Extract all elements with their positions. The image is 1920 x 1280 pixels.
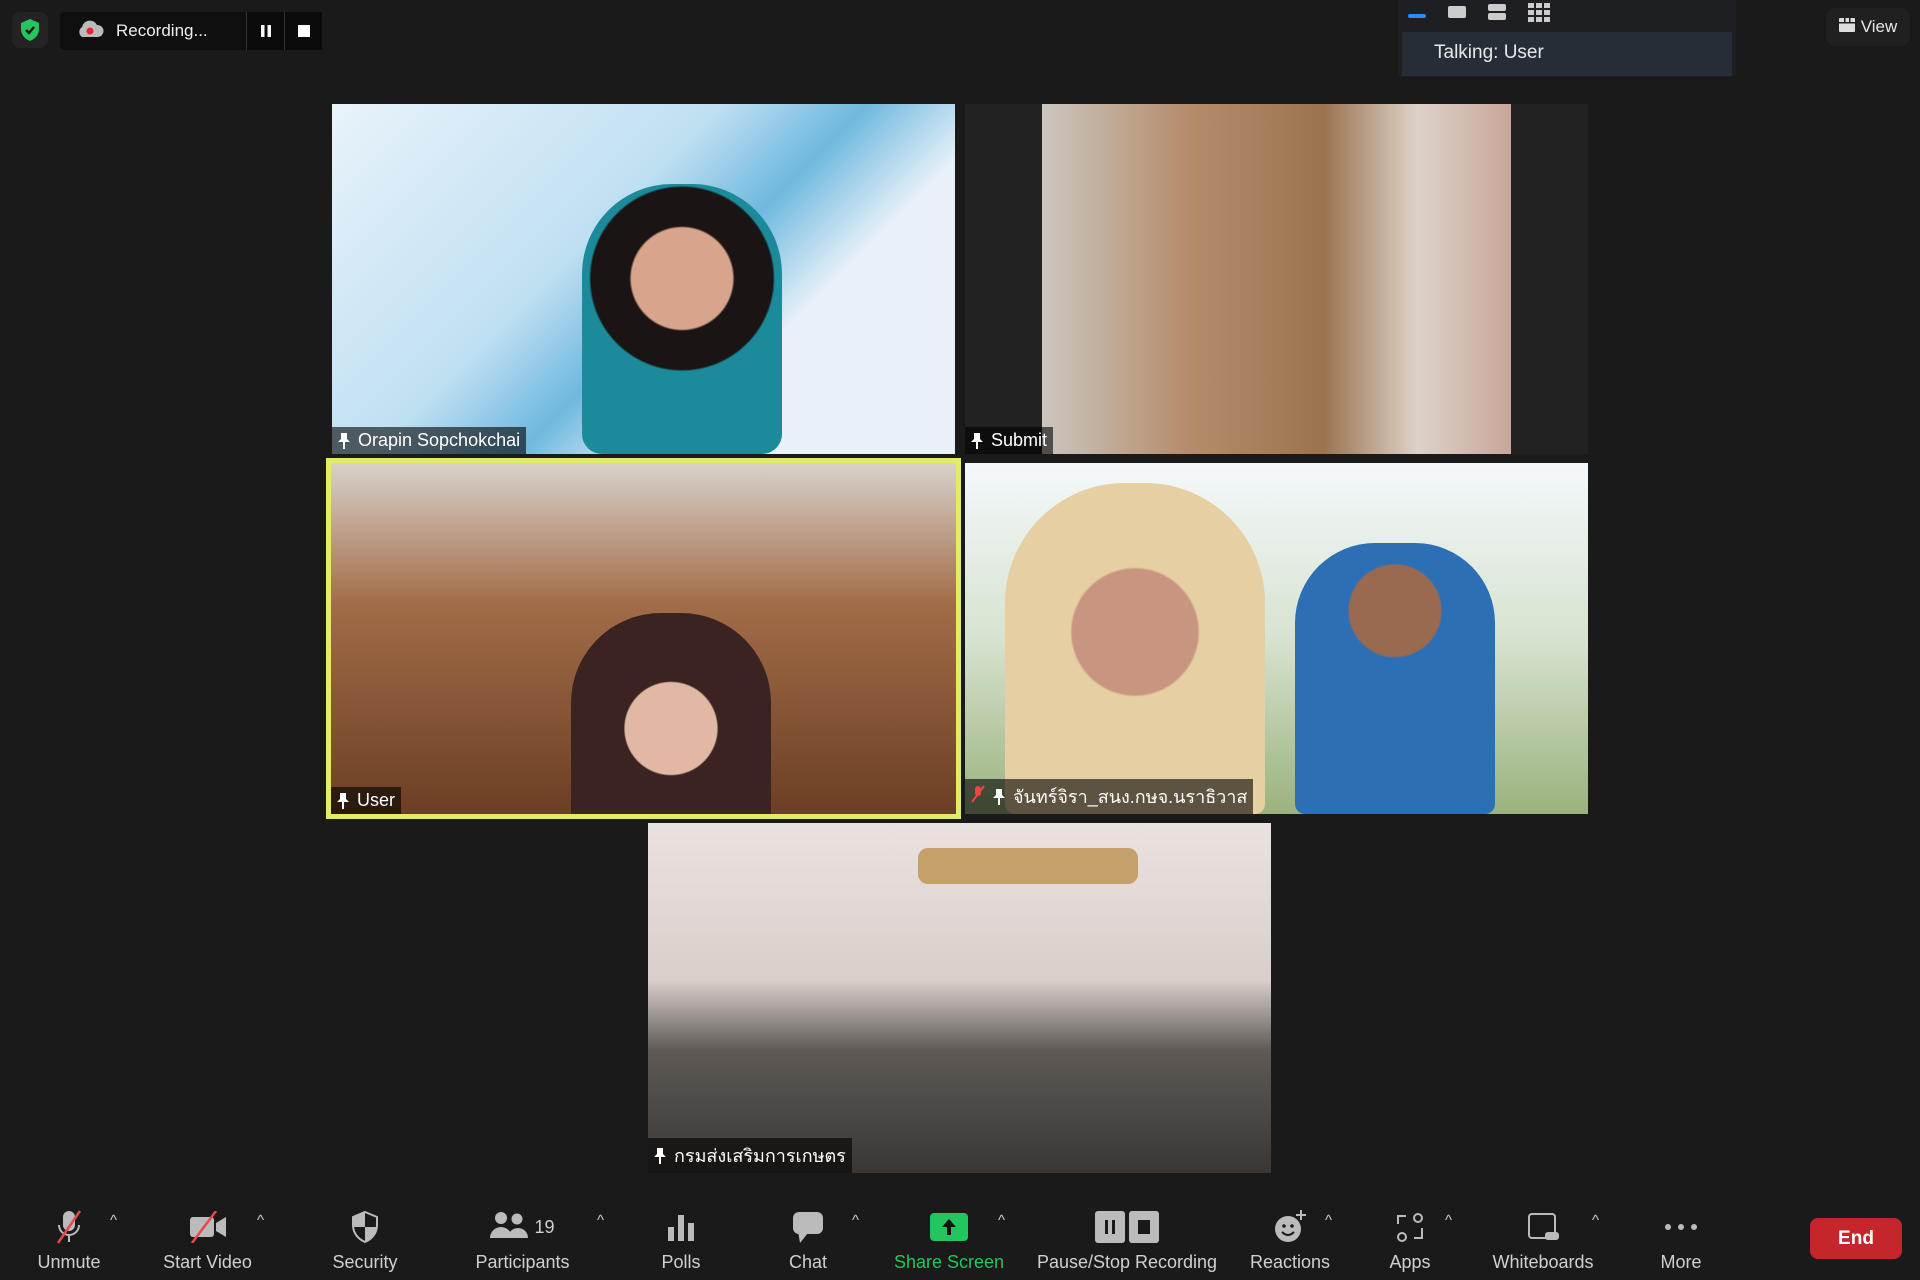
participant-name: กรมส่งเสริมการเกษตร bbox=[674, 1146, 846, 1166]
start-video-button[interactable]: Start Video bbox=[155, 1190, 260, 1273]
security-shield-icon bbox=[351, 1206, 379, 1248]
encryption-shield-icon[interactable] bbox=[12, 12, 48, 48]
participant-video bbox=[571, 613, 771, 814]
more-label: More bbox=[1660, 1252, 1702, 1272]
participant-video bbox=[1005, 483, 1265, 814]
video-off-icon bbox=[188, 1206, 228, 1248]
layout-popup: Talking: User bbox=[1398, 0, 1736, 77]
polls-button[interactable]: Polls bbox=[650, 1190, 712, 1273]
name-label: Submit bbox=[965, 427, 1054, 454]
pause-stop-icon bbox=[1095, 1206, 1159, 1248]
cloud-recording-icon bbox=[76, 19, 104, 44]
polls-icon bbox=[666, 1206, 696, 1248]
pin-icon bbox=[337, 792, 349, 809]
security-button[interactable]: Security bbox=[320, 1190, 410, 1273]
participant-name: User bbox=[357, 790, 396, 810]
audio-options-caret[interactable]: ^ bbox=[110, 1212, 117, 1229]
pause-stop-label: Pause/Stop Recording bbox=[1036, 1252, 1218, 1272]
apps-options-caret[interactable]: ^ bbox=[1445, 1212, 1452, 1229]
share-screen-icon bbox=[930, 1206, 968, 1248]
talking-indicator: Talking: User bbox=[1402, 32, 1732, 76]
chat-label: Chat bbox=[788, 1252, 828, 1272]
pause-recording-button[interactable] bbox=[246, 12, 284, 50]
video-tile[interactable]: กรมส่งเสริมการเกษตร bbox=[648, 823, 1271, 1173]
whiteboards-button[interactable]: Whiteboards bbox=[1482, 1190, 1604, 1273]
whiteboards-options-caret[interactable]: ^ bbox=[1592, 1212, 1599, 1229]
reactions-options-caret[interactable]: ^ bbox=[1325, 1212, 1332, 1229]
muted-mic-icon bbox=[54, 1206, 84, 1248]
gallery-grid-icon[interactable] bbox=[1528, 2, 1550, 28]
participants-icon bbox=[490, 1210, 529, 1245]
banner-sign bbox=[918, 848, 1138, 884]
video-tile[interactable]: Orapin Sopchokchai bbox=[332, 104, 955, 454]
recording-bar: Recording... bbox=[60, 12, 322, 50]
participant-name: Orapin Sopchokchai bbox=[358, 430, 521, 450]
video-options-caret[interactable]: ^ bbox=[257, 1212, 264, 1229]
polls-label: Polls bbox=[661, 1252, 701, 1272]
chat-options-caret[interactable]: ^ bbox=[852, 1212, 859, 1229]
chat-icon bbox=[792, 1206, 824, 1248]
more-button[interactable]: More bbox=[1650, 1190, 1712, 1273]
pin-icon bbox=[993, 788, 1005, 805]
participant-video bbox=[1042, 104, 1511, 454]
participants-button[interactable]: 19 Participants bbox=[465, 1190, 580, 1273]
participant-video bbox=[582, 184, 782, 454]
muted-mic-icon bbox=[971, 785, 985, 808]
name-label: กรมส่งเสริมการเกษตร bbox=[648, 1138, 852, 1173]
share-options-caret[interactable]: ^ bbox=[998, 1212, 1005, 1229]
reactions-smiley-icon bbox=[1273, 1206, 1307, 1248]
name-label: User bbox=[331, 787, 402, 814]
chat-button[interactable]: Chat bbox=[778, 1190, 838, 1273]
pin-icon bbox=[654, 1147, 666, 1164]
apps-button[interactable]: Apps bbox=[1380, 1190, 1440, 1273]
name-label: จันทร์จิรา_สนง.กษจ.นราธิวาส bbox=[965, 779, 1254, 814]
start-video-label: Start Video bbox=[163, 1252, 252, 1272]
end-meeting-button[interactable]: End bbox=[1810, 1218, 1902, 1259]
participants-count: 19 bbox=[534, 1216, 555, 1237]
stop-recording-button[interactable] bbox=[284, 12, 322, 50]
apps-label: Apps bbox=[1389, 1252, 1431, 1272]
stacked-view-icon[interactable] bbox=[1488, 3, 1508, 27]
pin-icon bbox=[971, 432, 983, 449]
name-label: Orapin Sopchokchai bbox=[332, 427, 527, 454]
reactions-label: Reactions bbox=[1249, 1252, 1331, 1272]
apps-icon bbox=[1396, 1206, 1424, 1248]
security-label: Security bbox=[332, 1252, 398, 1272]
video-tile[interactable]: Submit bbox=[965, 104, 1588, 454]
view-icon bbox=[1838, 17, 1855, 37]
speaker-view-icon[interactable] bbox=[1408, 6, 1428, 24]
participants-label: Participants bbox=[475, 1252, 570, 1272]
reactions-button[interactable]: Reactions bbox=[1245, 1190, 1335, 1273]
recording-label: Recording... bbox=[116, 21, 208, 40]
pause-stop-recording-button[interactable]: Pause/Stop Recording bbox=[1032, 1190, 1222, 1273]
video-tile-active-speaker[interactable]: User bbox=[326, 458, 961, 819]
participants-options-caret[interactable]: ^ bbox=[597, 1212, 604, 1229]
view-button[interactable]: View bbox=[1826, 8, 1910, 46]
whiteboards-label: Whiteboards bbox=[1492, 1252, 1594, 1272]
unmute-label: Unmute bbox=[37, 1252, 101, 1272]
unmute-button[interactable]: Unmute bbox=[28, 1190, 110, 1273]
view-label: View bbox=[1860, 17, 1898, 36]
video-tile[interactable]: จันทร์จิรา_สนง.กษจ.นราธิวาส bbox=[965, 463, 1588, 814]
pin-icon bbox=[338, 432, 350, 449]
share-screen-button[interactable]: Share Screen bbox=[888, 1190, 1010, 1273]
participant-name: Submit bbox=[991, 430, 1048, 450]
share-screen-label: Share Screen bbox=[893, 1252, 1005, 1272]
participant-video bbox=[1295, 543, 1495, 814]
single-view-icon[interactable] bbox=[1448, 5, 1468, 25]
participant-name: จันทร์จิรา_สนง.กษจ.นราธิวาส bbox=[1013, 787, 1248, 807]
more-dots-icon bbox=[1664, 1206, 1698, 1248]
whiteboard-icon bbox=[1527, 1206, 1559, 1248]
